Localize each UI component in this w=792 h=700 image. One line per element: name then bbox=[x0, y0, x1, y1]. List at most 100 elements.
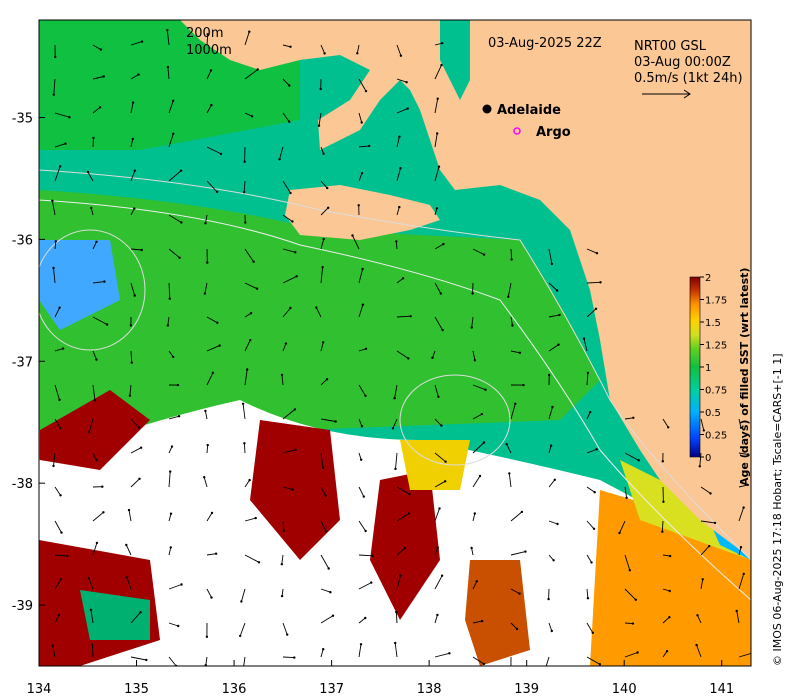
current-vector-head bbox=[556, 522, 559, 526]
current-vector-head bbox=[401, 277, 405, 280]
current-vector-head bbox=[315, 306, 318, 309]
current-vector-head bbox=[360, 172, 364, 175]
current-vector-head bbox=[436, 613, 439, 617]
current-vector-head bbox=[709, 492, 712, 495]
current-vector-head bbox=[102, 75, 105, 78]
current-vector-head bbox=[93, 399, 97, 402]
current-vector-head bbox=[325, 378, 329, 381]
current-vector-head bbox=[86, 170, 90, 174]
current-vector-head bbox=[128, 394, 132, 397]
current-vector-head bbox=[170, 445, 174, 448]
current-vector-head bbox=[324, 530, 328, 533]
current-vector-head bbox=[431, 356, 434, 359]
current-vector-head bbox=[662, 500, 665, 503]
current-vector-head bbox=[555, 289, 559, 292]
current-vector-head bbox=[241, 402, 245, 405]
current-vector bbox=[510, 248, 513, 260]
current-vector-head bbox=[90, 206, 93, 210]
current-vector-head bbox=[203, 476, 206, 479]
current-vector-head bbox=[137, 426, 141, 429]
current-vector-head bbox=[480, 412, 484, 416]
current-vector-head bbox=[211, 371, 215, 374]
current-vector-head bbox=[557, 343, 560, 346]
current-vector-head bbox=[59, 494, 62, 497]
current-vector-head bbox=[327, 567, 330, 570]
current-vector-head bbox=[243, 191, 246, 194]
current-vector-head bbox=[515, 627, 519, 631]
current-vector-head bbox=[399, 54, 403, 57]
x-tick-label: 135 bbox=[124, 682, 149, 697]
colorbar bbox=[689, 276, 701, 458]
current-vector-head bbox=[361, 267, 364, 271]
current-vector-head bbox=[586, 371, 590, 375]
x-tick-label: 136 bbox=[222, 682, 247, 697]
current-vector-head bbox=[129, 324, 133, 327]
y-tick-label: -36 bbox=[12, 233, 33, 248]
current-vector-head bbox=[166, 65, 170, 69]
current-vector-head bbox=[518, 592, 521, 595]
current-vector-head bbox=[742, 572, 745, 576]
current-vector-head bbox=[169, 470, 172, 473]
current-vector-head bbox=[317, 124, 321, 127]
current-vector-head bbox=[210, 511, 214, 515]
current-vector-head bbox=[244, 221, 247, 224]
current-vector-head bbox=[133, 207, 136, 210]
current-vector-head bbox=[172, 355, 175, 359]
colorbar-tick-label: 0.25 bbox=[705, 431, 727, 442]
current-vector-head bbox=[398, 205, 401, 209]
isobath-legend-200m: 200m bbox=[186, 26, 223, 41]
current-vector-head bbox=[634, 598, 637, 601]
current-vector-head bbox=[59, 426, 62, 430]
current-vector-head bbox=[371, 554, 374, 557]
current-vector-head bbox=[242, 668, 244, 670]
colorbar-tick-label: 1.75 bbox=[705, 296, 727, 307]
current-vector-head bbox=[478, 474, 482, 478]
colorbar-tick-label: 1 bbox=[705, 363, 711, 374]
current-vector-head bbox=[592, 527, 596, 530]
colorbar-tick-label: 1.5 bbox=[705, 318, 721, 329]
current-vector-head bbox=[319, 87, 322, 91]
current-vector-head bbox=[322, 341, 325, 344]
current-vector-head bbox=[131, 101, 135, 104]
current-vector-head bbox=[435, 207, 439, 210]
current-vector-head bbox=[218, 344, 221, 347]
current-vector-head bbox=[214, 552, 218, 555]
current-vector-head bbox=[294, 251, 297, 254]
current-vector bbox=[92, 137, 94, 148]
current-vector-head bbox=[95, 240, 98, 243]
current-vector-head bbox=[511, 324, 514, 327]
current-vector-head bbox=[180, 583, 183, 586]
current-vector-head bbox=[668, 554, 672, 558]
map-plot-area bbox=[39, 20, 755, 671]
current-vector-head bbox=[544, 669, 546, 671]
current-vector-head bbox=[68, 116, 71, 119]
current-vector bbox=[243, 443, 246, 454]
current-vector-head bbox=[61, 347, 65, 350]
current-vector-head bbox=[59, 578, 62, 581]
current-vector-head bbox=[403, 546, 407, 550]
current-vector-head bbox=[206, 443, 209, 447]
current-vector-head bbox=[524, 550, 527, 553]
current-vector-head bbox=[471, 292, 474, 295]
current-vector-head bbox=[360, 425, 364, 428]
current-vector-head bbox=[753, 651, 755, 653]
current-vector-head bbox=[140, 248, 143, 252]
current-vector-head bbox=[444, 460, 447, 463]
current-vector-head bbox=[127, 508, 131, 512]
current-vector-head bbox=[57, 613, 61, 617]
current-vector-head bbox=[133, 294, 136, 297]
current-vector-head bbox=[254, 516, 257, 520]
current-vector-head bbox=[364, 616, 367, 620]
current-vector-head bbox=[252, 260, 255, 263]
current-vector-head bbox=[520, 510, 524, 514]
current-vector-head bbox=[289, 191, 292, 195]
current-vector-head bbox=[210, 596, 213, 599]
current-vector-head bbox=[205, 635, 209, 638]
current-vector-head bbox=[436, 546, 439, 549]
current-vector-head bbox=[394, 467, 397, 471]
adelaide-label: Adelaide bbox=[497, 103, 561, 118]
current-vector-head bbox=[661, 460, 664, 463]
current-vector-head bbox=[599, 281, 602, 284]
current-vector-head bbox=[550, 629, 553, 633]
colorbar-tick-label: 0.5 bbox=[705, 408, 721, 419]
